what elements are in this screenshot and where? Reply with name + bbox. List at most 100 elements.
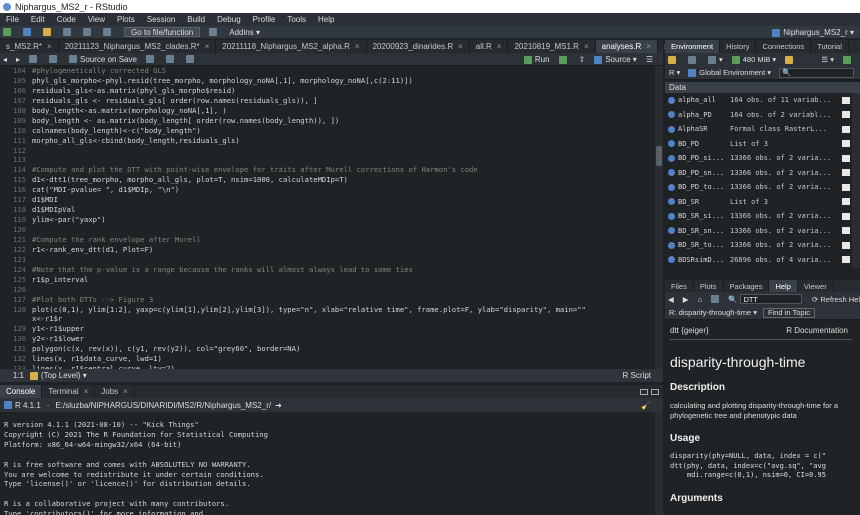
load-workspace-button[interactable] [665,55,679,64]
code-line[interactable]: 130 y2<-r1$lower [0,334,655,344]
code-line[interactable]: 126 [0,285,655,295]
tab-connections[interactable]: Connections [756,40,812,53]
tab-file-2[interactable]: 20211123_Niphargus_MS2_clades.R* × [59,40,217,53]
scrollbar-thumb[interactable] [656,146,662,166]
menu-session[interactable]: Session [141,15,181,24]
code-line[interactable]: 114 #Compute and plot the DTT with point-… [0,165,655,175]
tab-tutorial[interactable]: Tutorial [811,40,849,53]
env-row[interactable]: AlphaSR Formal class RasterL... [665,122,852,137]
expand-icon[interactable] [668,241,675,249]
env-row[interactable]: BD_SR_to... 13366 obs. of 2 varia... [665,238,852,253]
tab-plots[interactable]: Plots [694,280,724,292]
tab-file-active[interactable]: analyses.R × [595,40,658,53]
close-icon[interactable]: × [355,42,360,51]
env-row[interactable]: BD_SR_si... 13366 obs. of 2 varia... [665,209,852,224]
view-data-icon[interactable] [842,227,850,235]
go-to-directory-icon[interactable]: ➜ [275,401,282,410]
menu-tools[interactable]: Tools [281,15,312,24]
close-icon[interactable]: × [123,387,128,396]
view-data-icon[interactable] [842,256,850,264]
env-row[interactable]: BD_PD_to... 13366 obs. of 2 varia... [665,180,852,195]
wand-button[interactable] [163,55,177,63]
compile-report-button[interactable] [183,55,197,63]
code-line[interactable]: 128 plot(c(0,1), ylim[1:2], yaxp=c(ylim[1… [0,305,655,315]
code-line[interactable]: 121 #Compute the rank envelope after Mure… [0,235,655,245]
refresh-env-button[interactable] [840,55,854,64]
menu-debug[interactable]: Debug [211,15,247,24]
code-line[interactable]: 132 lines(x, r1$data_curve, lwd=1) [0,354,655,364]
source-on-save-checkbox[interactable]: Source on Save [66,55,137,64]
code-line[interactable]: 110 colnames(body_length)<-c("body_length… [0,126,655,136]
view-data-icon[interactable] [842,198,850,206]
close-icon[interactable]: × [497,42,502,51]
expand-icon[interactable] [668,256,675,264]
run-button[interactable]: Run [521,55,550,64]
source-button[interactable]: Source ▾ [591,55,637,64]
console-scrollbar[interactable] [655,412,663,515]
tab-help[interactable]: Help [769,280,798,292]
code-line[interactable]: 120 [0,225,655,235]
refresh-help-button[interactable]: ⟳ Refresh Hel [812,295,860,304]
env-row[interactable]: BD_PD_si... 13366 obs. of 2 varia... [665,151,852,166]
view-data-icon[interactable] [842,96,850,104]
grid-button[interactable] [206,28,220,36]
save-button[interactable] [60,28,74,36]
menu-view[interactable]: View [82,15,111,24]
code-line[interactable]: 131 polygon(c(x, rev(x)), c(y1, rev(y2)),… [0,344,655,354]
open-project-button[interactable] [20,28,34,36]
memory-usage[interactable]: 480 MiB ▾ [729,55,776,64]
clear-console-icon[interactable]: 🧹 [641,401,651,410]
project-menu[interactable]: Niphargus_MS2_r ▾ [772,26,854,39]
menu-file[interactable]: File [0,15,25,24]
view-data-icon[interactable] [842,212,850,220]
env-row[interactable]: BD_PD List of 3 [665,137,852,152]
tab-environment[interactable]: Environment [665,40,721,53]
editor-scrollbar[interactable] [655,66,663,369]
view-data-icon[interactable] [842,241,850,249]
go-up-button[interactable]: ⇧ [576,55,586,64]
view-data-icon[interactable] [842,154,850,162]
new-file-button[interactable] [0,28,14,36]
environment-scrollbar[interactable] [852,93,860,268]
help-search-input[interactable]: DTT [740,294,803,304]
environment-search-input[interactable]: 🔍 [779,67,855,78]
scope-select[interactable]: Global Environment ▾ [688,68,771,77]
expand-icon[interactable] [668,154,675,162]
code-line[interactable]: 109 body_length <- as.matrix(body_length[… [0,116,655,126]
print-button[interactable] [100,28,114,36]
env-row[interactable]: BDSRsimD... 26896 obs. of 4 varia... [665,253,852,268]
code-line[interactable]: 112 [0,146,655,156]
tab-file-1[interactable]: s_MS2.R* × [0,40,59,53]
code-line[interactable]: 125 r1$p_interval [0,275,655,285]
code-line[interactable]: 127 #Plot both DTTs --> Figure 3 [0,295,655,305]
forward-button[interactable]: ▸ [13,55,20,64]
file-type[interactable]: R Script [623,371,651,380]
tab-viewer[interactable]: Viewer [798,280,834,292]
expand-icon[interactable] [668,96,675,104]
env-row[interactable]: BD_PD_sn... 13366 obs. of 2 varia... [665,166,852,181]
tab-console[interactable]: Console [0,385,43,398]
menu-help[interactable]: Help [312,15,340,24]
code-line[interactable]: 107 residuals_gls <- residuals_gls[ order… [0,96,655,106]
tab-file-4[interactable]: 20200923_dinarides.R × [367,40,470,53]
code-line[interactable]: 113 [0,155,655,165]
expand-icon[interactable] [668,169,675,177]
show-in-window-button[interactable] [26,55,40,63]
back-button[interactable]: ◂ [0,55,7,64]
tab-packages[interactable]: Packages [724,280,770,292]
tab-jobs[interactable]: Jobs × [95,385,135,398]
search-button[interactable] [143,55,157,63]
expand-icon[interactable] [668,198,675,206]
minimize-pane-button[interactable] [640,388,648,395]
menu-edit[interactable]: Edit [25,15,51,24]
close-icon[interactable]: × [584,42,589,51]
code-line[interactable]: 105 phyl_gls_morpho<-phyl.resid(tree_morp… [0,76,655,86]
addins-button[interactable]: Addins ▾ [226,28,260,37]
env-row[interactable]: alpha_PD 164 obs. of 2 variabl... [665,108,852,123]
code-line[interactable]: 118 d1$MDIpVal [0,205,655,215]
env-row[interactable]: BD_SR_sn... 13366 obs. of 2 varia... [665,224,852,239]
code-line[interactable]: 117 d1$MDI [0,195,655,205]
code-line[interactable]: x<-r1$r [0,314,655,324]
import-dataset-button[interactable]: ▾ [705,55,723,64]
code-line[interactable]: 115 d1<-dtt1(tree_morpho, morpho_all_gls,… [0,175,655,185]
